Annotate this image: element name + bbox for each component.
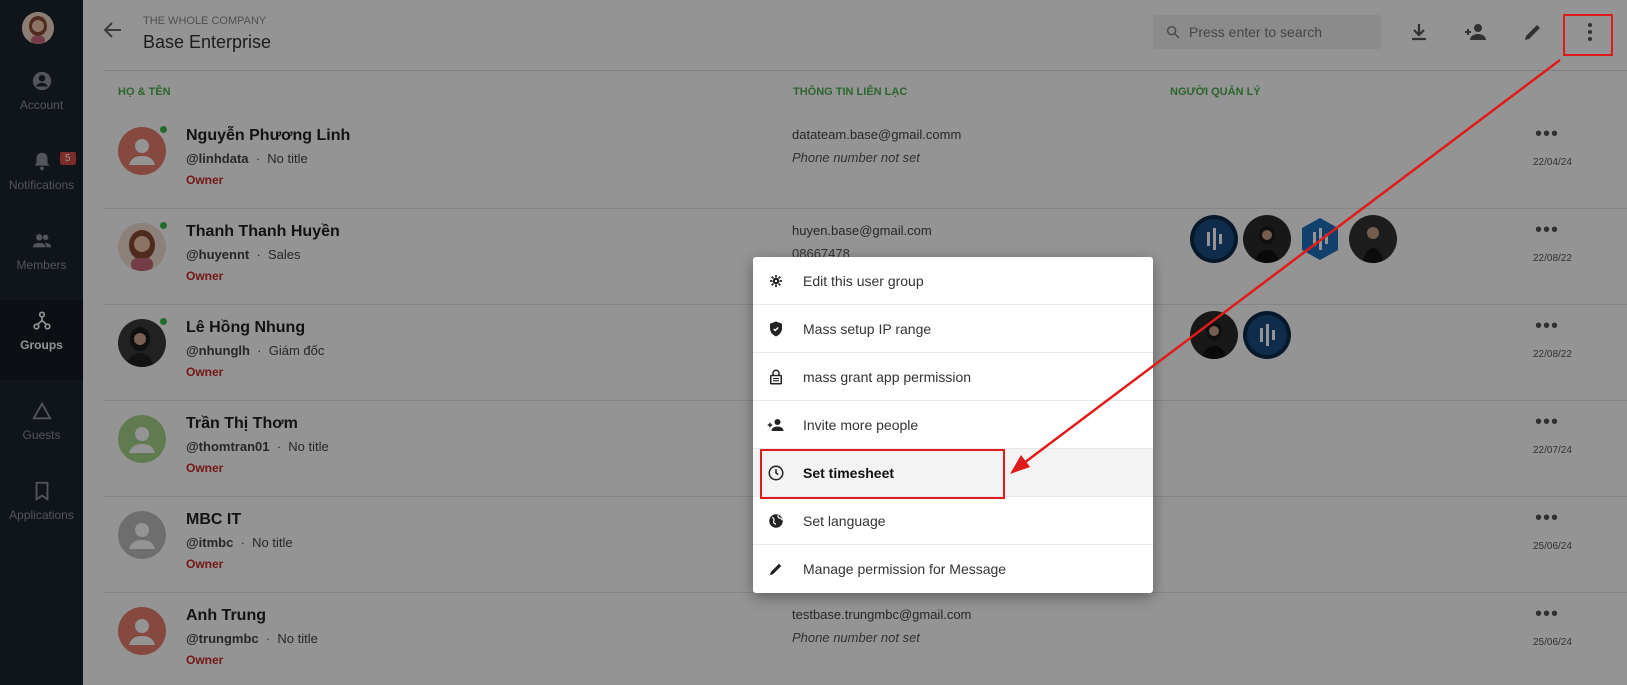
menu-item-edit-group[interactable]: Edit this user group — [753, 257, 1153, 305]
menu-item-invite[interactable]: Invite more people — [753, 401, 1153, 449]
lock-icon — [770, 369, 782, 385]
person-add-icon — [767, 419, 784, 431]
menu-item-ip-range[interactable]: Mass setup IP range — [753, 305, 1153, 353]
menu-item-label: Edit this user group — [803, 273, 924, 289]
menu-item-message-permission[interactable]: Manage permission for Message — [753, 545, 1153, 593]
menu-item-set-language[interactable]: Set language — [753, 497, 1153, 545]
menu-item-label: mass grant app permission — [803, 369, 972, 385]
menu-item-label: Invite more people — [803, 417, 919, 433]
menu-item-label: Set language — [803, 513, 886, 529]
annotation-highlight-more-button — [1563, 14, 1613, 56]
globe-icon — [769, 514, 783, 528]
shield-icon — [770, 321, 782, 337]
menu-item-label: Mass setup IP range — [803, 321, 932, 337]
menu-item-app-permission[interactable]: mass grant app permission — [753, 353, 1153, 401]
group-actions-menu: Edit this user group Mass setup IP range… — [753, 257, 1153, 593]
menu-item-label: Manage permission for Message — [803, 561, 1007, 577]
gear-icon — [770, 275, 782, 287]
pencil-icon — [770, 563, 782, 575]
annotation-highlight-set-timesheet — [760, 449, 1005, 499]
